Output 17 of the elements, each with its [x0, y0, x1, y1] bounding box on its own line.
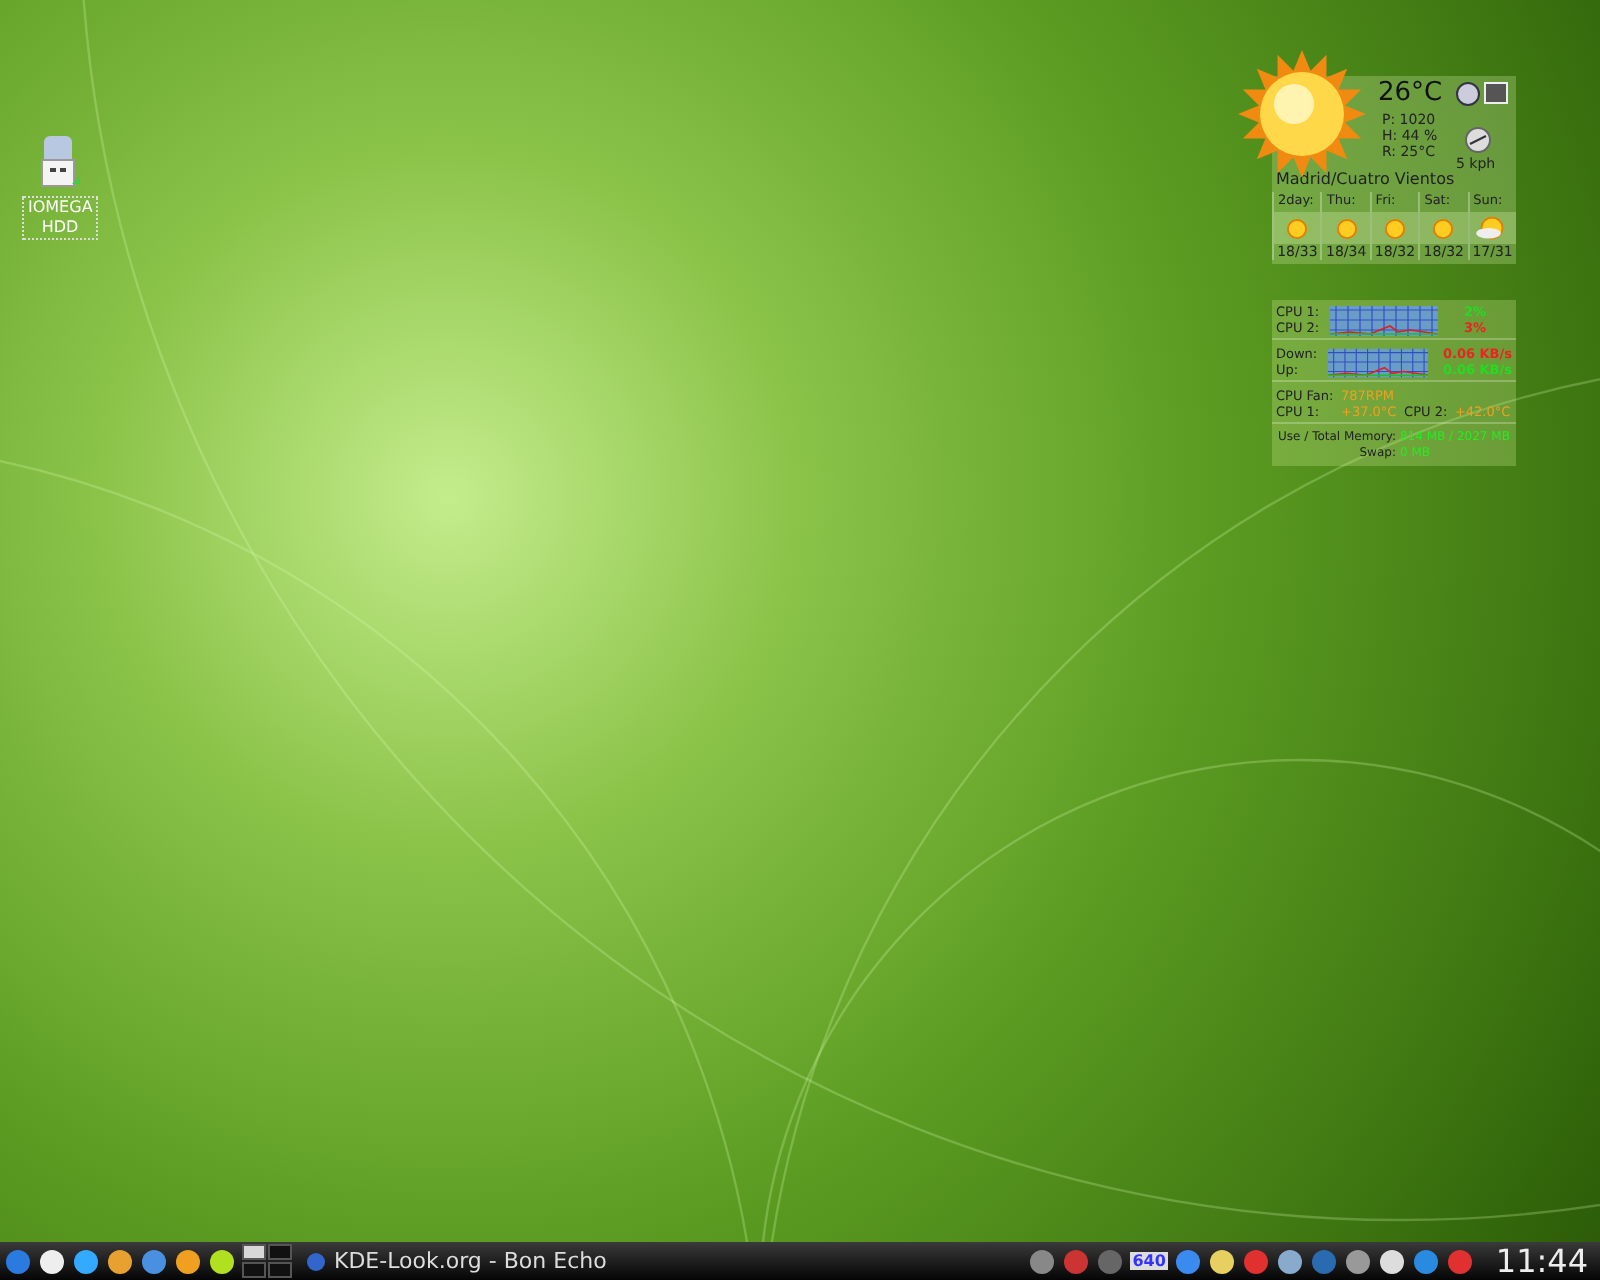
temperature: 26°C	[1378, 78, 1443, 108]
virtual-desktop[interactable]	[268, 1244, 292, 1260]
usb-drive-icon[interactable]	[38, 136, 82, 192]
resolution-badge[interactable]: 640	[1130, 1252, 1168, 1270]
location-name: Madrid/Cuatro Vientos	[1276, 170, 1455, 188]
virtual-desktop[interactable]	[268, 1262, 292, 1278]
virtual-desktop[interactable]	[242, 1244, 266, 1260]
sun-icon	[1381, 215, 1408, 241]
network-traffic-graph	[1327, 347, 1429, 377]
sun-icon	[1333, 215, 1360, 241]
wind-gauge-icon	[1464, 126, 1492, 154]
sun-icon	[1430, 215, 1457, 241]
cpu-load-graph	[1330, 305, 1438, 335]
task-button[interactable]: KDE-Look.org - Bon Echo	[298, 1244, 615, 1278]
clock[interactable]: 11:44	[1495, 1242, 1596, 1280]
sun-icon	[1284, 215, 1311, 241]
virtual-desktop[interactable]	[242, 1262, 266, 1278]
